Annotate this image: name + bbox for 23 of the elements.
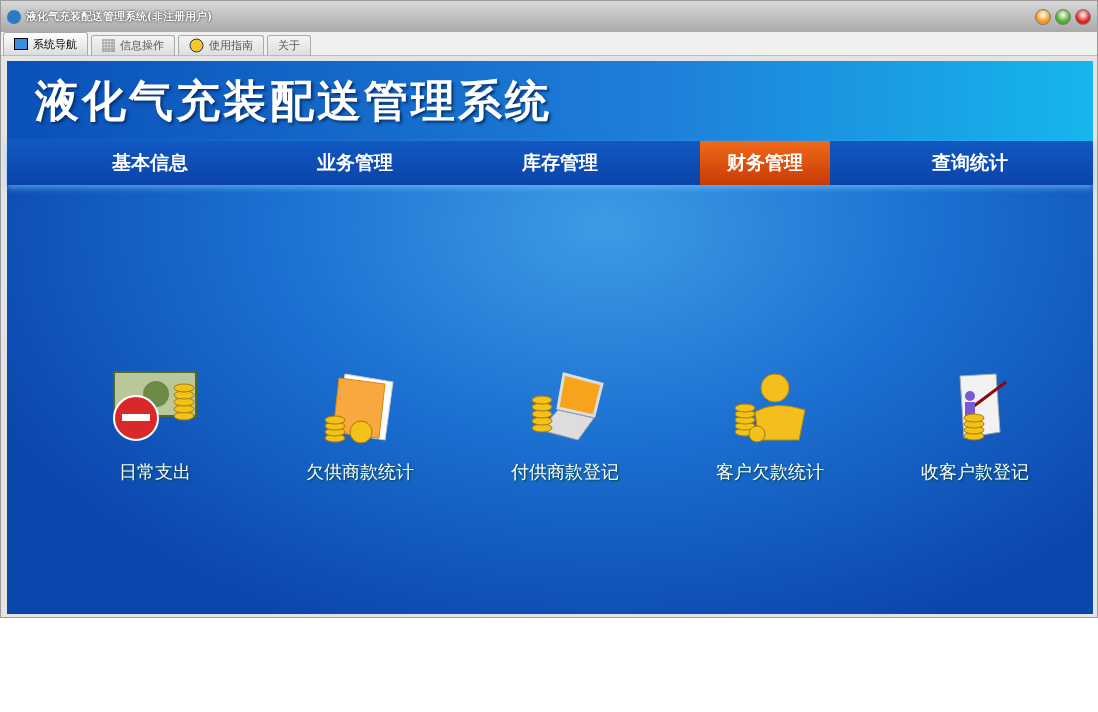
function-label[interactable]: 日常支出 xyxy=(118,460,191,484)
tab[interactable]: 系统导航 xyxy=(3,32,88,55)
minimize-button[interactable] xyxy=(1035,8,1051,25)
nav-item[interactable]: 基本信息 xyxy=(84,141,215,185)
tab[interactable]: 关于 xyxy=(267,35,311,55)
function-label[interactable]: 客户欠款统计 xyxy=(715,460,824,484)
nav-item[interactable]: 库存管理 xyxy=(494,141,625,185)
function-label[interactable]: 收客户款登记 xyxy=(920,460,1029,484)
tab[interactable]: 信息操作 xyxy=(91,35,175,55)
window-title: 液化气充装配送管理系统(非注册用户) xyxy=(26,9,213,24)
app-logo-icon xyxy=(7,9,21,24)
close-button[interactable] xyxy=(1075,8,1091,25)
nav-item[interactable]: 业务管理 xyxy=(289,141,420,185)
function-label[interactable]: 欠供商款统计 xyxy=(305,460,414,484)
tab[interactable]: 使用指南 xyxy=(178,35,264,55)
monitor-icon xyxy=(14,38,28,50)
maximize-button[interactable] xyxy=(1055,8,1071,25)
nav-item[interactable]: 财务管理 xyxy=(699,141,830,185)
grid-icon xyxy=(102,39,115,52)
banner-title: 液化气充装配送管理系统 xyxy=(35,73,552,128)
function-label[interactable]: 付供商款登记 xyxy=(510,460,619,484)
nav-item[interactable]: 查询统计 xyxy=(904,141,1035,185)
help-icon xyxy=(189,38,204,53)
